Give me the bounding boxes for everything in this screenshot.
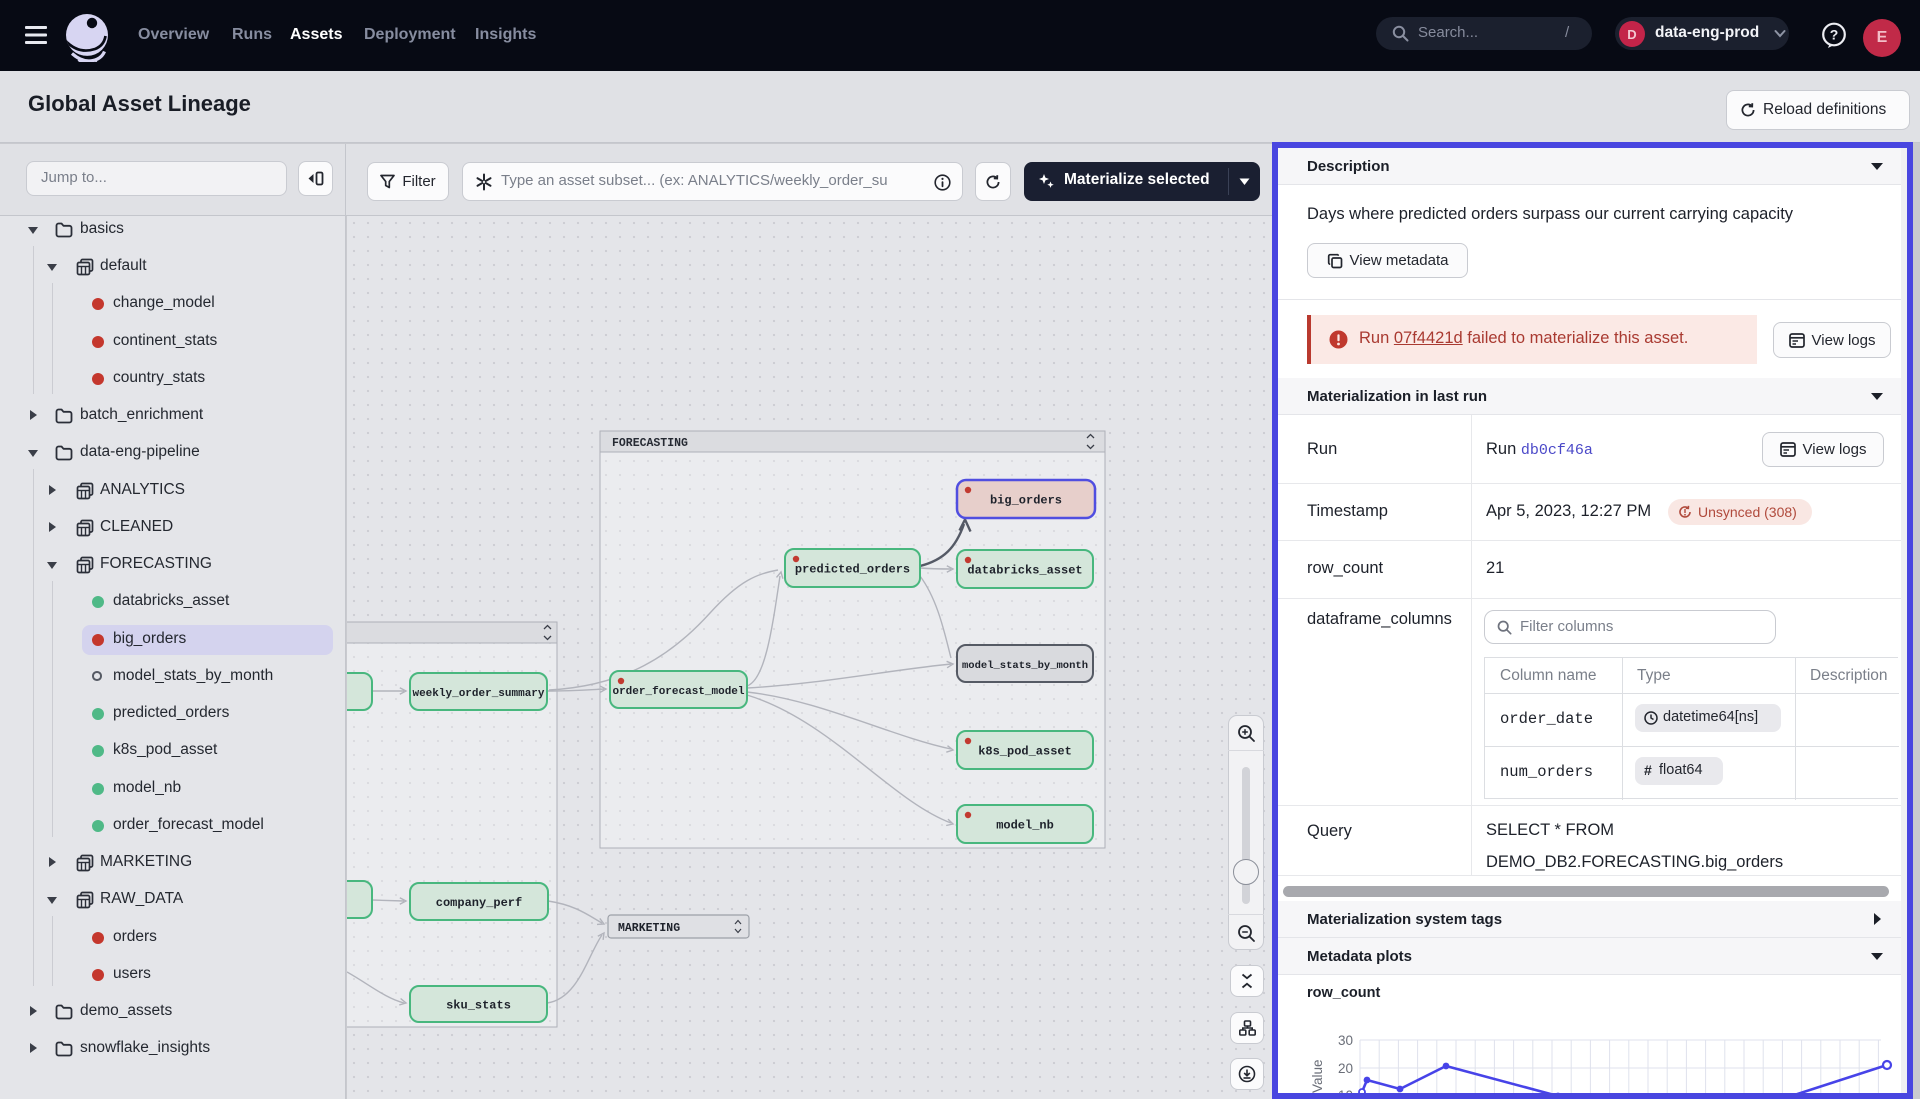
svg-text:order_forecast_model: order_forecast_model	[612, 686, 744, 698]
svg-text:sku_stats: sku_stats	[446, 999, 511, 1013]
svg-text:company_perf: company_perf	[436, 896, 522, 910]
svg-text:FORECASTING: FORECASTING	[612, 437, 688, 450]
svg-text:10: 10	[1338, 1088, 1353, 1093]
svg-text:?: ?	[1830, 27, 1839, 43]
svg-text:weekly_order_summary: weekly_order_summary	[412, 688, 544, 700]
svg-text:Value: Value	[1310, 1059, 1325, 1093]
svg-text:20: 20	[1338, 1061, 1353, 1076]
svg-text:model_nb: model_nb	[996, 819, 1054, 833]
svg-text:MARKETING: MARKETING	[618, 922, 680, 935]
svg-text:predicted_orders: predicted_orders	[795, 563, 910, 577]
svg-text:model_stats_by_month: model_stats_by_month	[962, 660, 1088, 672]
svg-text:big_orders: big_orders	[990, 494, 1062, 508]
svg-text:30: 30	[1338, 1033, 1353, 1048]
svg-text:databricks_asset: databricks_asset	[967, 564, 1082, 578]
svg-text:k8s_pod_asset: k8s_pod_asset	[978, 745, 1072, 759]
